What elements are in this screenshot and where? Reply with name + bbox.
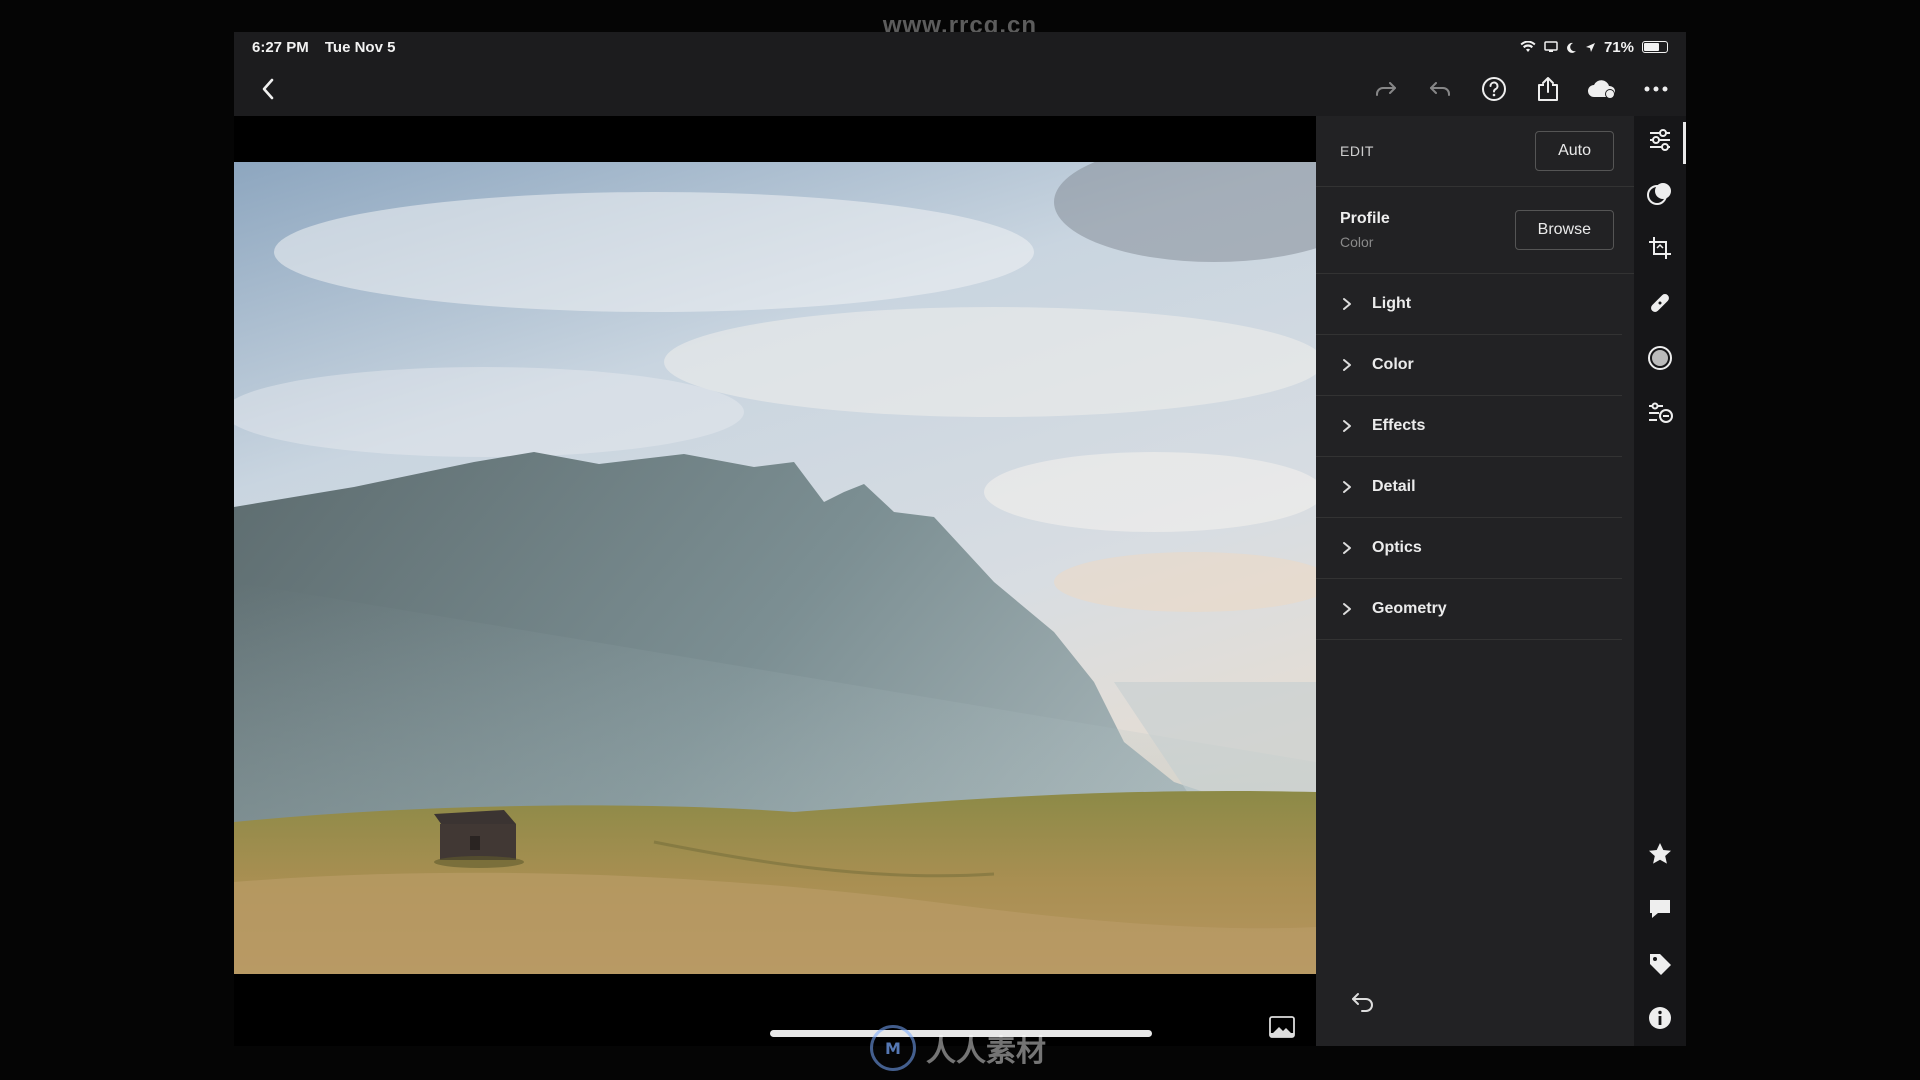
section-effects[interactable]: Effects bbox=[1316, 396, 1622, 457]
status-bar: 6:27 PM Tue Nov 5 71% bbox=[234, 32, 1686, 62]
profile-value: Color bbox=[1340, 234, 1374, 250]
landscape-photo-image bbox=[234, 162, 1316, 974]
back-icon bbox=[262, 78, 274, 100]
edit-panel: EDIT Auto Profile Color Browse Light Col… bbox=[1316, 116, 1634, 1046]
edit-sliders-icon bbox=[1650, 129, 1670, 151]
presets-icon bbox=[1649, 402, 1673, 423]
active-tool-indicator bbox=[1683, 122, 1686, 164]
redo-icon bbox=[1376, 82, 1396, 96]
section-label: Color bbox=[1372, 356, 1414, 373]
photo-canvas[interactable] bbox=[234, 116, 1316, 1046]
landscape-photo[interactable] bbox=[234, 162, 1316, 974]
radial-button[interactable] bbox=[1646, 344, 1674, 372]
info-icon bbox=[1649, 1007, 1671, 1029]
chevron-right-icon bbox=[1343, 481, 1351, 493]
rating-button[interactable] bbox=[1646, 840, 1674, 868]
tag-icon bbox=[1650, 954, 1671, 975]
battery-icon bbox=[1642, 41, 1668, 53]
screen-mirror-icon bbox=[1544, 41, 1558, 52]
more-icon bbox=[1644, 86, 1668, 92]
healing-icon bbox=[1651, 294, 1669, 312]
more-button[interactable] bbox=[1640, 73, 1672, 105]
top-toolbar bbox=[234, 62, 1686, 116]
cloud-sync-icon bbox=[1588, 80, 1616, 99]
chevron-right-icon bbox=[1343, 298, 1351, 310]
section-light[interactable]: Light bbox=[1316, 274, 1622, 335]
selective-icon bbox=[1647, 183, 1671, 205]
radial-icon bbox=[1648, 346, 1672, 370]
section-label: Effects bbox=[1372, 417, 1426, 434]
section-detail[interactable]: Detail bbox=[1316, 457, 1622, 518]
redo-button[interactable] bbox=[1370, 73, 1402, 105]
help-icon bbox=[1482, 77, 1506, 101]
presets-button[interactable] bbox=[1646, 398, 1674, 426]
section-label: Detail bbox=[1372, 478, 1416, 495]
section-label: Light bbox=[1372, 295, 1412, 312]
undo-icon bbox=[1430, 82, 1450, 96]
edit-panel-header: EDIT Auto bbox=[1316, 116, 1634, 187]
tool-rail bbox=[1634, 116, 1686, 1046]
chevron-right-icon bbox=[1343, 420, 1351, 432]
edit-panel-title: EDIT bbox=[1340, 143, 1374, 159]
cloud-sync-button[interactable] bbox=[1586, 73, 1618, 105]
chevron-right-icon bbox=[1343, 603, 1351, 615]
help-button[interactable] bbox=[1478, 73, 1510, 105]
watermark-logo-icon: M bbox=[870, 1025, 916, 1071]
auto-button[interactable]: Auto bbox=[1535, 131, 1614, 171]
location-icon bbox=[1585, 42, 1595, 52]
chevron-right-icon bbox=[1343, 359, 1351, 371]
watermark-bottom: M 人人素材 bbox=[870, 1025, 1046, 1071]
battery-percent: 71% bbox=[1603, 38, 1634, 56]
share-button[interactable] bbox=[1532, 73, 1564, 105]
comments-button[interactable] bbox=[1646, 895, 1674, 923]
filmstrip-button[interactable] bbox=[1269, 1016, 1295, 1038]
wifi-icon bbox=[1520, 41, 1536, 52]
star-icon bbox=[1649, 843, 1671, 864]
section-optics[interactable]: Optics bbox=[1316, 518, 1622, 579]
status-date: Tue Nov 5 bbox=[324, 38, 396, 56]
chevron-right-icon bbox=[1343, 542, 1351, 554]
comment-icon bbox=[1650, 900, 1670, 918]
info-button[interactable] bbox=[1646, 1004, 1674, 1032]
edit-sliders-button[interactable] bbox=[1646, 126, 1674, 154]
browse-profiles-button[interactable]: Browse bbox=[1514, 210, 1614, 250]
status-time: 6:27 PM bbox=[252, 38, 309, 56]
profile-label: Profile bbox=[1340, 210, 1390, 227]
section-geometry[interactable]: Geometry bbox=[1316, 579, 1622, 640]
ipad-screen: 6:27 PM Tue Nov 5 71% EDIT Auto Profile … bbox=[234, 32, 1686, 1046]
reset-button[interactable] bbox=[1350, 988, 1376, 1014]
watermark-bottom-text: 人人素材 bbox=[926, 1034, 1046, 1069]
profile-row: Profile Color Browse bbox=[1316, 187, 1634, 274]
crop-button[interactable] bbox=[1646, 234, 1674, 262]
keywords-button[interactable] bbox=[1646, 950, 1674, 978]
healing-button[interactable] bbox=[1646, 289, 1674, 317]
reset-icon bbox=[1352, 993, 1373, 1012]
moon-icon bbox=[1567, 42, 1576, 53]
section-label: Optics bbox=[1372, 539, 1422, 556]
filmstrip-icon bbox=[1269, 1016, 1295, 1038]
section-label: Geometry bbox=[1372, 600, 1447, 617]
selective-button[interactable] bbox=[1646, 180, 1674, 208]
back-button[interactable] bbox=[252, 73, 284, 105]
section-color[interactable]: Color bbox=[1316, 335, 1622, 396]
undo-button[interactable] bbox=[1424, 73, 1456, 105]
share-icon bbox=[1538, 77, 1558, 101]
crop-icon bbox=[1649, 237, 1671, 259]
